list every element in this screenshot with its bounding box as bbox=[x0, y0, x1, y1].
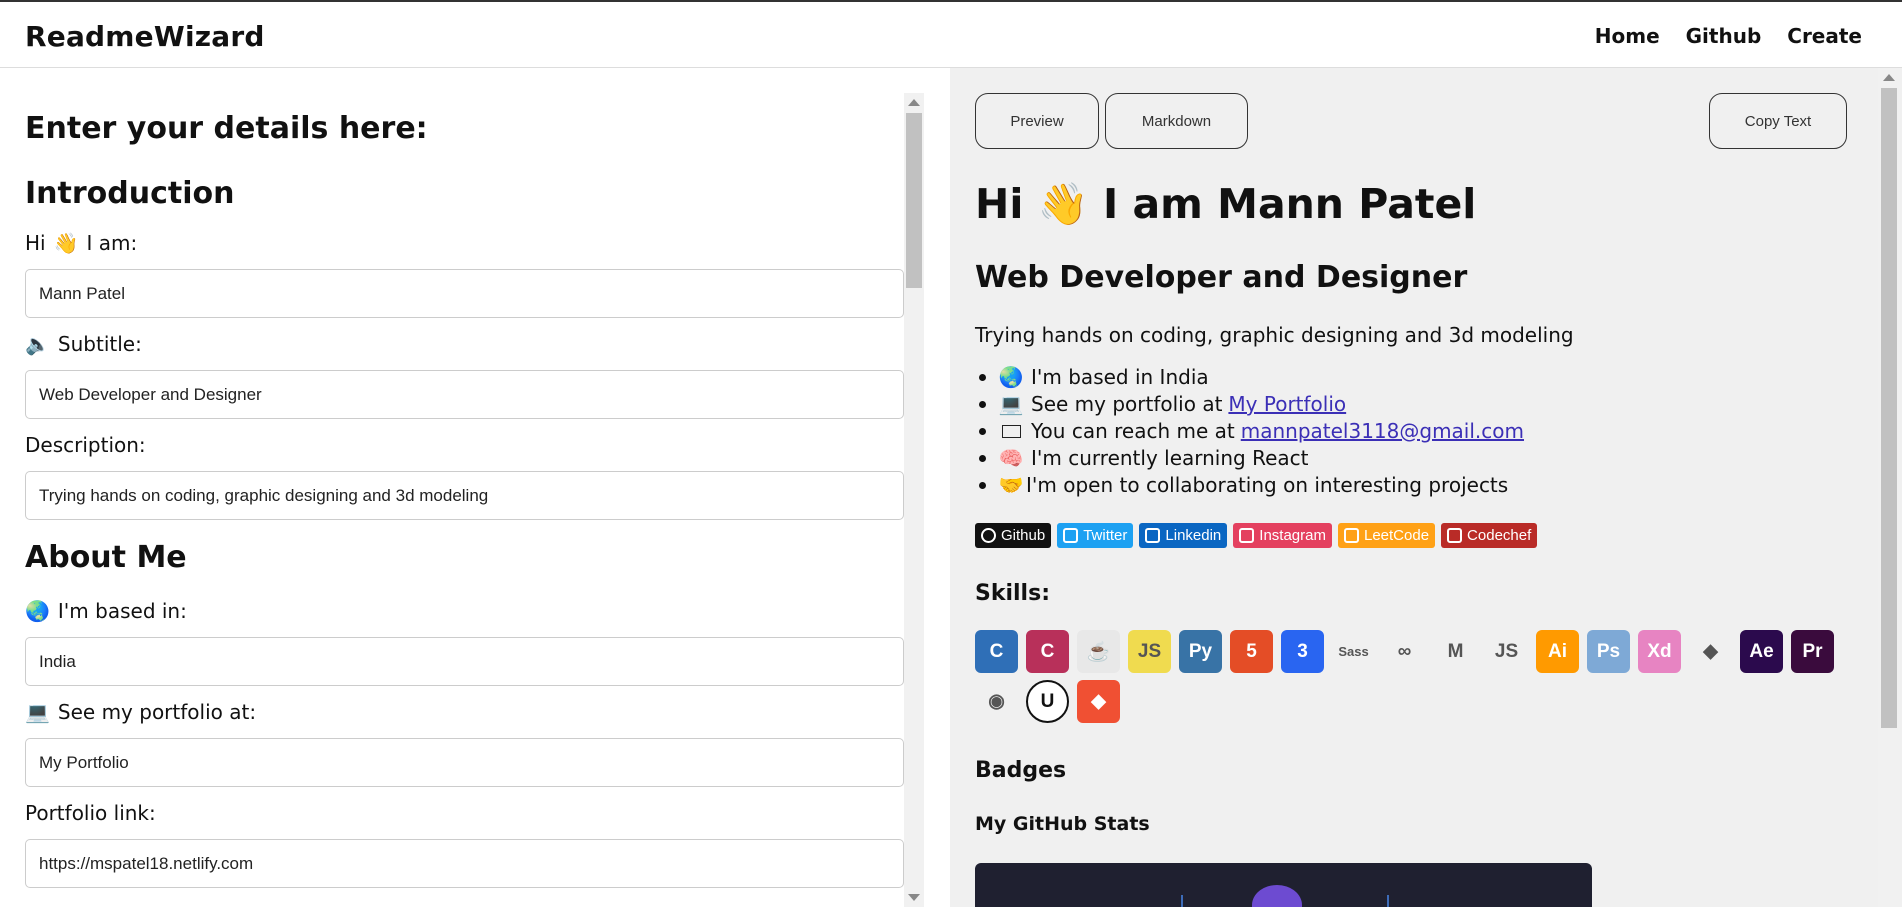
badges-heading: Badges bbox=[975, 758, 1067, 783]
preview-pane: Preview Markdown Copy Text Hi 👋 I am Man… bbox=[950, 68, 1902, 907]
list-item: 🧠 I'm currently learning React bbox=[975, 445, 1524, 472]
cplusplus-icon: C bbox=[1026, 630, 1069, 673]
preview-subtitle: Web Developer and Designer bbox=[975, 260, 1468, 295]
subtitle-input[interactable]: Web Developer and Designer bbox=[25, 370, 904, 419]
social-badges: Github Twitter Linkedin Instagram LeetCo… bbox=[975, 523, 1538, 548]
stats-heading: My GitHub Stats bbox=[975, 813, 1150, 835]
waving-hand-icon: 👋 bbox=[53, 231, 79, 255]
scroll-thumb[interactable] bbox=[1881, 88, 1897, 728]
redux-icon: ∞ bbox=[1383, 630, 1426, 673]
mui-icon: M bbox=[1434, 630, 1477, 673]
leetcode-icon bbox=[1343, 528, 1359, 543]
portfolio-link-input[interactable]: https://mspatel18.netlify.com bbox=[25, 839, 904, 888]
javascript-icon: JS bbox=[1128, 630, 1171, 673]
preview-scrollbar[interactable] bbox=[1878, 68, 1900, 907]
based-input[interactable]: India bbox=[25, 637, 904, 686]
instagram-icon bbox=[1239, 528, 1255, 543]
css3-icon: 3 bbox=[1281, 630, 1324, 673]
nodejs-icon: JS bbox=[1485, 630, 1528, 673]
portfolio-input[interactable]: My Portfolio bbox=[25, 738, 904, 787]
about-heading: About Me bbox=[25, 540, 187, 575]
unreal-icon: U bbox=[1026, 680, 1069, 723]
handshake-icon: 🤝 bbox=[998, 473, 1024, 497]
html5-icon: 5 bbox=[1230, 630, 1273, 673]
portfolio-label: 💻 See my portfolio at: bbox=[25, 700, 257, 724]
git-icon: ◆ bbox=[1077, 680, 1120, 723]
scroll-down-icon[interactable] bbox=[908, 894, 920, 901]
based-label: 🌏 I'm based in: bbox=[25, 599, 187, 623]
leetcode-badge[interactable]: LeetCode bbox=[1337, 523, 1436, 548]
preview-button[interactable]: Preview bbox=[975, 93, 1099, 149]
sass-icon: Sass bbox=[1332, 630, 1375, 673]
aftereffects-icon: Ae bbox=[1740, 630, 1783, 673]
name-label: Hi 👋 I am: bbox=[25, 231, 138, 255]
description-input[interactable]: Trying hands on coding, graphic designin… bbox=[25, 471, 904, 520]
list-item: You can reach me at mannpatel3118@gmail.… bbox=[975, 418, 1524, 445]
hi-prefix: Hi bbox=[25, 231, 46, 255]
twitter-badge[interactable]: Twitter bbox=[1057, 523, 1134, 548]
portfolio-link[interactable]: My Portfolio bbox=[1228, 391, 1346, 418]
envelope-icon bbox=[1000, 421, 1022, 443]
stats-logo-icon bbox=[1252, 885, 1302, 907]
nav-home[interactable]: Home bbox=[1595, 24, 1660, 48]
java-icon: ☕ bbox=[1077, 630, 1120, 673]
blender-icon: ◉ bbox=[975, 680, 1018, 723]
list-item: 💻 See my portfolio at My Portfolio bbox=[975, 391, 1524, 418]
github-badge[interactable]: Github bbox=[975, 523, 1052, 548]
codechef-badge[interactable]: Codechef bbox=[1441, 523, 1538, 548]
c-icon: C bbox=[975, 630, 1018, 673]
linkedin-badge[interactable]: Linkedin bbox=[1139, 523, 1228, 548]
globe-icon: 🌏 bbox=[998, 365, 1024, 389]
computer-icon: 💻 bbox=[25, 700, 50, 724]
skills-grid: C C ☕ JS Py 5 3 Sass ∞ M JS Ai Ps Xd ◆ Ae Pr ◉ U ◆ bbox=[975, 630, 1855, 723]
form-heading: Enter your details here: bbox=[25, 111, 428, 146]
name-input[interactable]: Mann Patel bbox=[25, 269, 904, 318]
codechef-icon bbox=[1447, 528, 1463, 543]
figma-icon: ◆ bbox=[1689, 630, 1732, 673]
github-stats-card bbox=[975, 863, 1592, 907]
email-link[interactable]: mannpatel3118@gmail.com bbox=[1241, 418, 1524, 445]
skills-heading: Skills: bbox=[975, 581, 1050, 606]
nav-create[interactable]: Create bbox=[1787, 24, 1862, 48]
computer-icon: 💻 bbox=[998, 392, 1024, 416]
list-item: 🤝 I'm open to collaborating on interesti… bbox=[975, 472, 1524, 499]
form-scrollbar[interactable] bbox=[904, 93, 924, 907]
description-label: Description: bbox=[25, 433, 146, 457]
speaker-icon: 🔈 bbox=[25, 332, 50, 356]
github-icon bbox=[981, 528, 996, 543]
globe-icon: 🌏 bbox=[25, 599, 50, 623]
scroll-up-icon[interactable] bbox=[908, 99, 920, 106]
instagram-badge[interactable]: Instagram bbox=[1233, 523, 1332, 548]
preview-title: Hi 👋 I am Mann Patel bbox=[975, 180, 1477, 228]
main-nav: Home Github Create bbox=[1595, 24, 1862, 48]
python-icon: Py bbox=[1179, 630, 1222, 673]
premiere-icon: Pr bbox=[1791, 630, 1834, 673]
list-item: 🌏 I'm based in India bbox=[975, 364, 1524, 391]
subtitle-label: 🔈 Subtitle: bbox=[25, 332, 142, 356]
scroll-thumb[interactable] bbox=[906, 113, 922, 288]
preview-description: Trying hands on coding, graphic designin… bbox=[975, 323, 1574, 347]
form-pane: Enter your details here: Introduction Hi… bbox=[0, 68, 948, 907]
scroll-up-icon[interactable] bbox=[1883, 74, 1895, 81]
portfolio-link-label: Portfolio link: bbox=[25, 801, 156, 825]
twitter-icon bbox=[1063, 528, 1079, 543]
brand-logo[interactable]: ReadmeWizard bbox=[25, 20, 265, 53]
nav-github[interactable]: Github bbox=[1686, 24, 1762, 48]
top-bar: ReadmeWizard Home Github Create bbox=[0, 0, 1902, 68]
intro-heading: Introduction bbox=[25, 176, 235, 211]
xd-icon: Xd bbox=[1638, 630, 1681, 673]
illustrator-icon: Ai bbox=[1536, 630, 1579, 673]
brain-icon: 🧠 bbox=[998, 446, 1024, 470]
photoshop-icon: Ps bbox=[1587, 630, 1630, 673]
copy-text-button[interactable]: Copy Text bbox=[1709, 93, 1847, 149]
linkedin-icon bbox=[1145, 528, 1161, 543]
markdown-button[interactable]: Markdown bbox=[1105, 93, 1248, 149]
preview-list: 🌏 I'm based in India 💻 See my portfolio … bbox=[975, 364, 1524, 499]
